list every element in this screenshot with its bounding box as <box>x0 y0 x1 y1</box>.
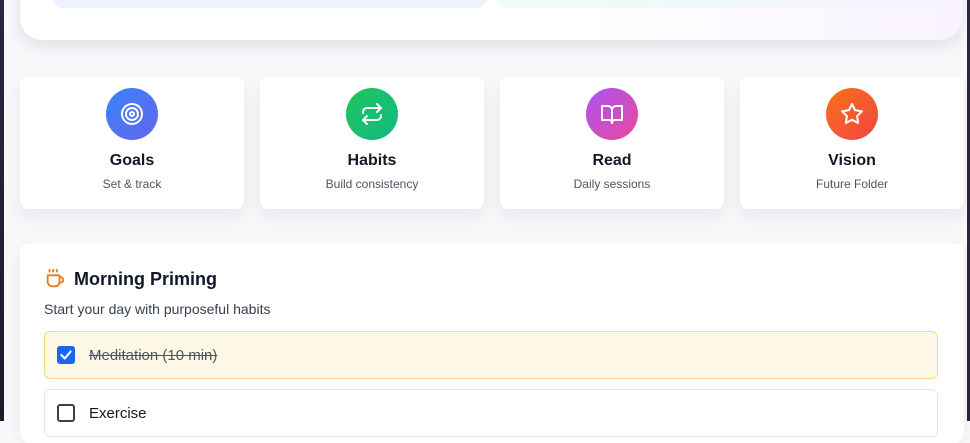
quick-action-subtitle: Future Folder <box>815 177 889 191</box>
morning-priming-section: Morning Priming Start your day with purp… <box>20 243 964 443</box>
habit-label: Exercise <box>89 404 147 422</box>
quick-action-subtitle: Daily sessions <box>573 177 651 191</box>
habit-label: Meditation (10 min) <box>89 346 218 364</box>
window-edge-left <box>0 0 4 421</box>
star-icon <box>826 88 878 140</box>
top-card-panel-right <box>498 0 931 8</box>
quick-action-read[interactable]: Read Daily sessions <box>500 77 724 209</box>
quick-action-goals[interactable]: Goals Set & track <box>20 77 244 209</box>
quick-action-vision[interactable]: Vision Future Folder <box>740 77 964 209</box>
quick-action-title: Goals <box>109 152 155 169</box>
quick-actions: Goals Set & track Habits Build consisten… <box>20 77 964 209</box>
quick-action-subtitle: Build consistency <box>325 177 419 191</box>
quick-action-title: Vision <box>828 152 876 169</box>
top-card-panel-left <box>53 0 486 8</box>
quick-action-habits[interactable]: Habits Build consistency <box>260 77 484 209</box>
check-icon <box>60 350 72 360</box>
coffee-cup-icon <box>46 268 65 288</box>
section-title: Morning Priming <box>74 268 217 289</box>
quick-action-title: Read <box>592 152 632 169</box>
quick-action-title: Habits <box>347 152 397 169</box>
section-header: Morning Priming <box>44 267 217 291</box>
repeat-icon <box>346 88 398 140</box>
target-icon <box>106 88 158 140</box>
quick-action-subtitle: Set & track <box>102 177 162 191</box>
habit-item-meditation[interactable]: Meditation (10 min) <box>44 331 938 379</box>
section-description: Start your day with purposeful habits <box>44 301 271 317</box>
habit-checkbox[interactable] <box>57 404 75 422</box>
habit-checkbox[interactable] <box>57 346 75 364</box>
book-open-icon <box>586 88 638 140</box>
habit-item-exercise[interactable]: Exercise <box>44 389 938 437</box>
